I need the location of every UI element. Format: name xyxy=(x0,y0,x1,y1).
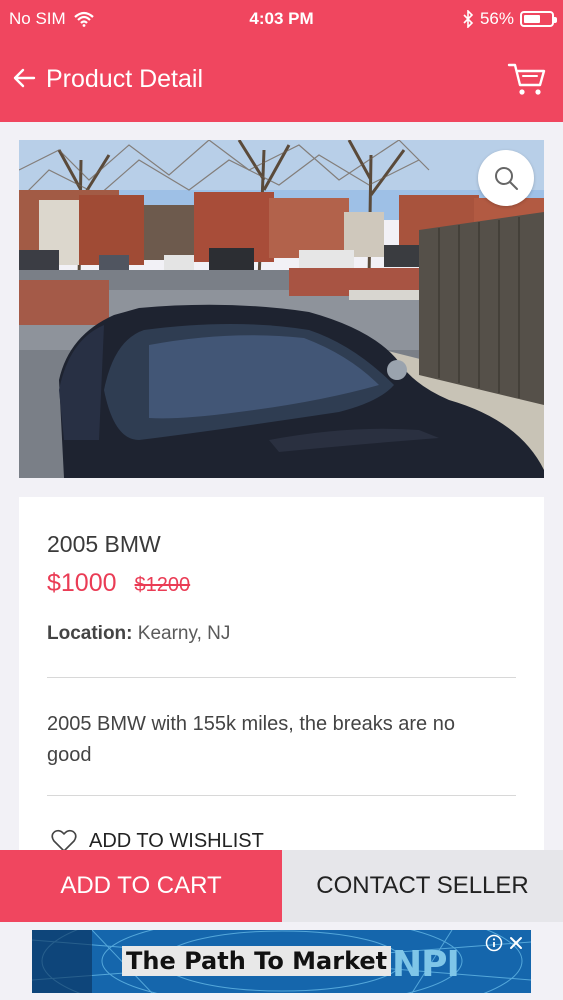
divider xyxy=(47,795,516,796)
search-icon xyxy=(495,167,518,190)
product-price: $1000 xyxy=(47,569,117,597)
ad-banner[interactable]: The Path To Market NPI xyxy=(32,930,531,993)
product-image[interactable] xyxy=(19,140,544,478)
product-name: 2005 BMW xyxy=(47,531,161,557)
location-label: Location: xyxy=(47,623,133,644)
close-icon[interactable] xyxy=(507,934,525,952)
bottom-action-bar: ADD TO CART CONTACT SELLER xyxy=(0,850,563,922)
contact-seller-button[interactable]: CONTACT SELLER xyxy=(282,850,563,922)
arrow-left-icon[interactable] xyxy=(10,64,38,92)
battery-icon xyxy=(520,11,557,27)
status-bar: No SIM 4:03 PM 56% xyxy=(0,0,563,38)
original-price: $1200 xyxy=(134,574,191,596)
app-bar: Product Detail xyxy=(0,38,563,122)
page-title: Product Detail xyxy=(46,65,204,93)
zoom-button[interactable] xyxy=(478,150,534,206)
battery-percent: 56% xyxy=(479,9,514,28)
info-icon[interactable] xyxy=(485,934,503,952)
ad-area: The Path To Market NPI xyxy=(0,922,563,1000)
add-to-cart-button[interactable]: ADD TO CART xyxy=(0,850,282,922)
product-description: 2005 BMW with 155k miles, the breaks are… xyxy=(47,713,455,766)
bluetooth-icon xyxy=(463,10,474,28)
cart-icon[interactable] xyxy=(507,60,547,98)
location: Location: Kearny, NJ xyxy=(47,623,230,645)
ad-logo: NPI xyxy=(392,944,460,985)
location-value: Kearny, NJ xyxy=(137,623,231,644)
price-row: $1000 $1200 xyxy=(47,569,190,598)
product-info-card: 2005 BMW $1000 $1200 Location: Kearny, N… xyxy=(19,497,544,857)
divider xyxy=(47,677,516,678)
ad-headline: The Path To Market xyxy=(122,946,392,976)
